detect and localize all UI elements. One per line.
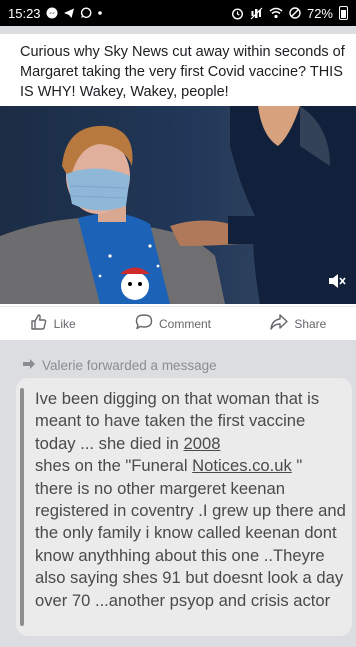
telegram-icon (63, 7, 75, 19)
comment-button[interactable]: Comment (135, 313, 211, 334)
post-action-bar: Like Comment Share (0, 306, 356, 340)
forwarded-indicator: Valerie forwarded a message (22, 356, 217, 374)
message-link-1[interactable]: 2008 (184, 434, 221, 453)
dot-icon (97, 7, 103, 19)
post-text: Curious why Sky News cut away within sec… (20, 44, 345, 100)
volume-mute-icon[interactable] (328, 273, 346, 294)
wifi-icon (269, 7, 283, 19)
status-right: 72% (231, 6, 348, 21)
quote-bar (20, 388, 24, 626)
message-part-3: " there is no other margeret keenan regi… (35, 456, 346, 610)
status-time: 15:23 (8, 5, 41, 21)
status-bar: 15:23 72% (0, 0, 356, 26)
forwarded-message-bubble[interactable]: Ive been digging on that woman that is m… (16, 378, 352, 636)
battery-percent: 72% (306, 5, 333, 21)
share-icon (270, 313, 289, 334)
post-card: Curious why Sky News cut away within sec… (0, 34, 356, 340)
message-link-2[interactable]: Notices.co.uk (192, 456, 292, 475)
comment-icon (135, 313, 153, 334)
thumbs-up-icon (30, 313, 48, 334)
message-part-2: shes on the "Funeral (35, 456, 188, 476)
share-button[interactable]: Share (270, 313, 326, 334)
alarm-icon (231, 7, 244, 20)
message-text: Ive been digging on that woman that is m… (35, 388, 347, 612)
mute-icon (250, 7, 263, 20)
messenger-icon (46, 7, 58, 19)
whatsapp-icon (80, 7, 92, 19)
video-player[interactable] (0, 106, 356, 304)
like-label: Like (53, 316, 76, 331)
do-not-disturb-icon (289, 7, 301, 19)
forward-arrow-icon (22, 358, 36, 373)
status-left: 15:23 (8, 6, 103, 21)
video-frame (0, 106, 356, 304)
comment-label: Comment (158, 316, 211, 331)
battery-icon (339, 6, 348, 20)
message-part-1: Ive been digging on that woman that is m… (35, 389, 320, 453)
like-button[interactable]: Like (30, 313, 76, 334)
forwarded-label: Valerie forwarded a message (42, 357, 217, 373)
share-label: Share (294, 316, 327, 331)
